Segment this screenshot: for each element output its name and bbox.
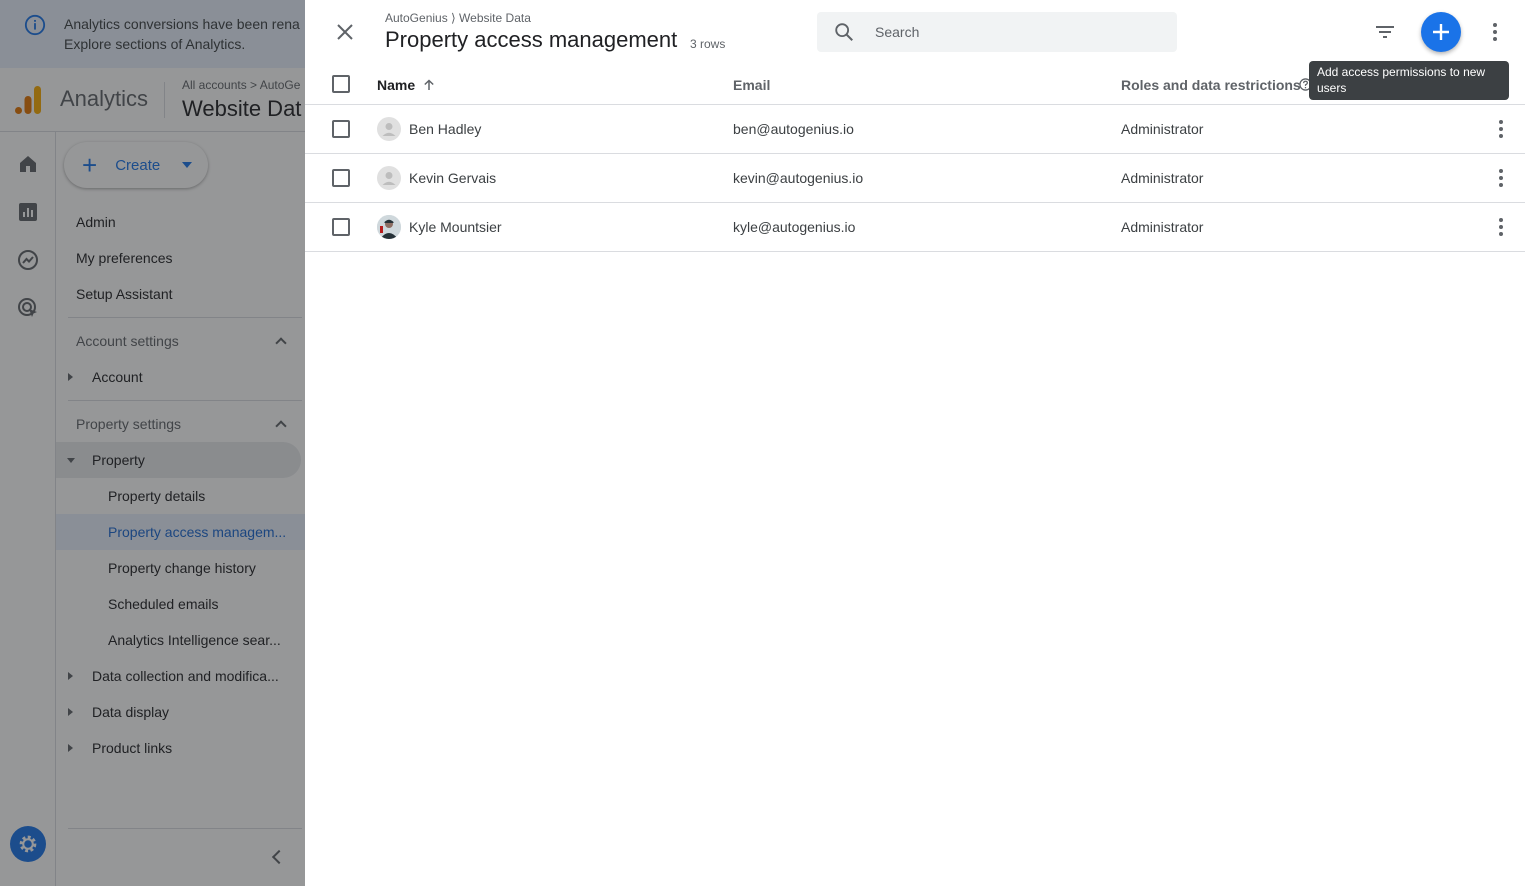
user-email: kyle@autogenius.io (733, 219, 856, 235)
close-button[interactable] (329, 16, 361, 48)
filter-icon[interactable] (1373, 20, 1397, 44)
plus-icon (1433, 24, 1449, 40)
column-name-label: Name (377, 77, 416, 93)
row-count: 3 rows (690, 37, 726, 51)
table-row[interactable]: Ben Hadley ben@autogenius.io Administrat… (305, 105, 1525, 154)
row-checkbox[interactable] (332, 218, 350, 236)
row-checkbox[interactable] (332, 169, 350, 187)
user-name: Kevin Gervais (409, 170, 497, 186)
column-email-header[interactable]: Email (733, 77, 770, 93)
user-name: Kyle Mountsier (409, 219, 502, 235)
user-email: kevin@autogenius.io (733, 170, 864, 186)
avatar (377, 166, 401, 190)
more-vert-icon[interactable] (1483, 20, 1507, 44)
user-email: ben@autogenius.io (733, 121, 854, 137)
user-name: Ben Hadley (409, 121, 482, 137)
avatar (377, 117, 401, 141)
more-vert-icon[interactable] (1489, 166, 1513, 190)
sort-arrow-up-icon (424, 79, 434, 90)
search-icon (835, 23, 853, 41)
select-all-checkbox[interactable] (332, 75, 350, 93)
column-roles-header[interactable]: Roles and data restrictions (1121, 77, 1301, 93)
panel-title: Property access management (385, 27, 678, 52)
user-role: Administrator (1121, 219, 1204, 235)
more-vert-icon[interactable] (1489, 117, 1513, 141)
search-input[interactable] (875, 24, 1155, 40)
avatar-photo (377, 215, 401, 239)
close-icon (337, 24, 353, 40)
person-icon (382, 123, 396, 136)
search-bar[interactable] (817, 12, 1177, 52)
panel-breadcrumb: AutoGenius ⟩ Website Data (385, 11, 531, 25)
property-access-panel: AutoGenius ⟩ Website Data Property acces… (305, 0, 1525, 886)
add-users-tooltip: Add access permissions to new users (1309, 61, 1509, 100)
person-icon (382, 172, 396, 185)
profile-photo-icon (377, 215, 401, 239)
column-name-header[interactable]: Name (377, 77, 435, 93)
user-role: Administrator (1121, 121, 1204, 137)
add-users-button[interactable] (1421, 12, 1461, 52)
table-row[interactable]: Kevin Gervais kevin@autogenius.io Admini… (305, 154, 1525, 203)
user-role: Administrator (1121, 170, 1204, 186)
table-row[interactable]: Kyle Mountsier kyle@autogenius.io Admini… (305, 203, 1525, 252)
row-checkbox[interactable] (332, 120, 350, 138)
more-vert-icon[interactable] (1489, 215, 1513, 239)
modal-scrim[interactable] (0, 0, 305, 886)
